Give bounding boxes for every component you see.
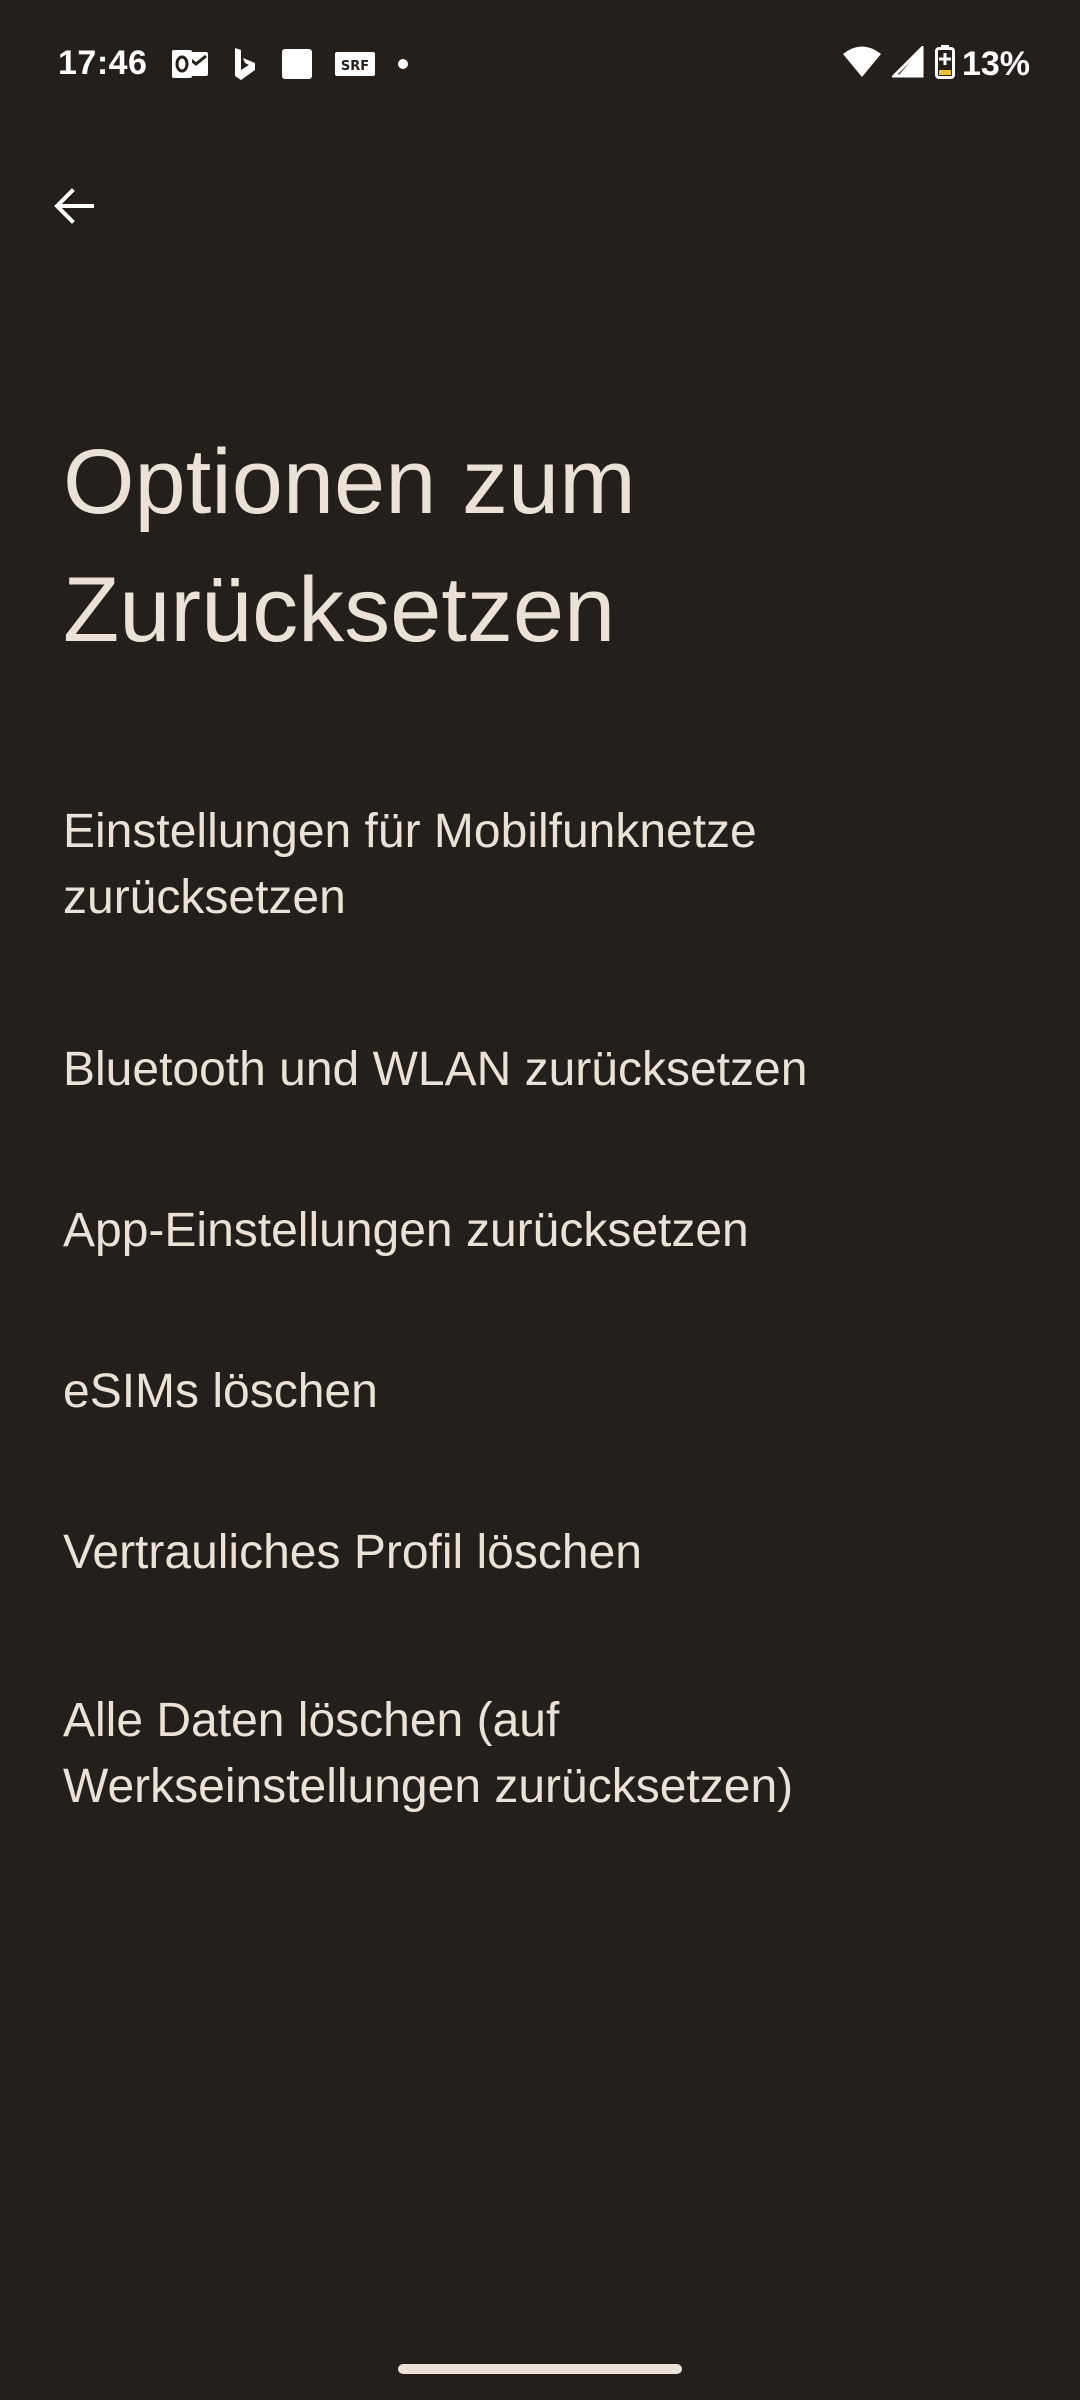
option-label: eSIMs löschen bbox=[63, 1365, 378, 1418]
page-title: Optionen zum Zurücksetzen bbox=[63, 418, 1023, 674]
option-label-line1: Einstellungen für Mobilfunknetze bbox=[63, 805, 757, 858]
wifi-icon bbox=[842, 45, 882, 84]
option-label: Einstellungen für Mobilfunknetze zurücks… bbox=[63, 799, 757, 931]
srf-icon: SRF bbox=[334, 49, 376, 84]
notification-icons: SRF bbox=[170, 46, 430, 86]
status-time: 17:46 bbox=[58, 44, 148, 82]
option-reset-mobile-network[interactable]: Einstellungen für Mobilfunknetze zurücks… bbox=[0, 740, 1080, 990]
battery-charging-icon bbox=[934, 44, 956, 85]
option-label: App-Einstellungen zurücksetzen bbox=[63, 1204, 749, 1257]
option-erase-esims[interactable]: eSIMs löschen bbox=[0, 1312, 1080, 1472]
reset-options-screen: 17:46 SRF 13% Optionen zum Zurücksetzen … bbox=[0, 0, 1080, 2400]
svg-text:SRF: SRF bbox=[341, 59, 369, 74]
option-label: Alle Daten löschen (auf Werkseinstellung… bbox=[63, 1688, 793, 1820]
option-factory-reset[interactable]: Alle Daten löschen (auf Werkseinstellung… bbox=[0, 1634, 1080, 1874]
option-delete-private-profile[interactable]: Vertrauliches Profil löschen bbox=[0, 1472, 1080, 1634]
back-button[interactable] bbox=[32, 166, 116, 250]
option-label: Bluetooth und WLAN zurücksetzen bbox=[63, 1043, 808, 1096]
outlook-icon bbox=[170, 46, 210, 87]
square-app-icon bbox=[280, 47, 314, 86]
cellular-signal-icon bbox=[890, 43, 924, 83]
system-icons: 13% bbox=[832, 43, 1030, 85]
option-label-line2: zurücksetzen bbox=[63, 871, 346, 924]
bing-icon bbox=[230, 46, 260, 87]
option-label: Vertrauliches Profil löschen bbox=[63, 1526, 642, 1579]
option-reset-app-settings[interactable]: App-Einstellungen zurücksetzen bbox=[0, 1150, 1080, 1312]
option-reset-bluetooth-wlan[interactable]: Bluetooth und WLAN zurücksetzen bbox=[0, 990, 1080, 1150]
page-title-line1: Optionen zum bbox=[63, 431, 636, 533]
more-dot-icon bbox=[396, 57, 410, 76]
option-label-line2: Werkseinstellungen zurücksetzen) bbox=[63, 1760, 794, 1813]
gesture-navigation-bar[interactable] bbox=[398, 2364, 682, 2374]
status-bar: 17:46 SRF 13% bbox=[0, 0, 1080, 132]
battery-percent: 13% bbox=[961, 44, 1030, 83]
arrow-left-icon bbox=[52, 184, 96, 233]
option-label-line1: Alle Daten löschen (auf bbox=[63, 1694, 560, 1747]
page-title-line2: Zurücksetzen bbox=[63, 559, 616, 661]
